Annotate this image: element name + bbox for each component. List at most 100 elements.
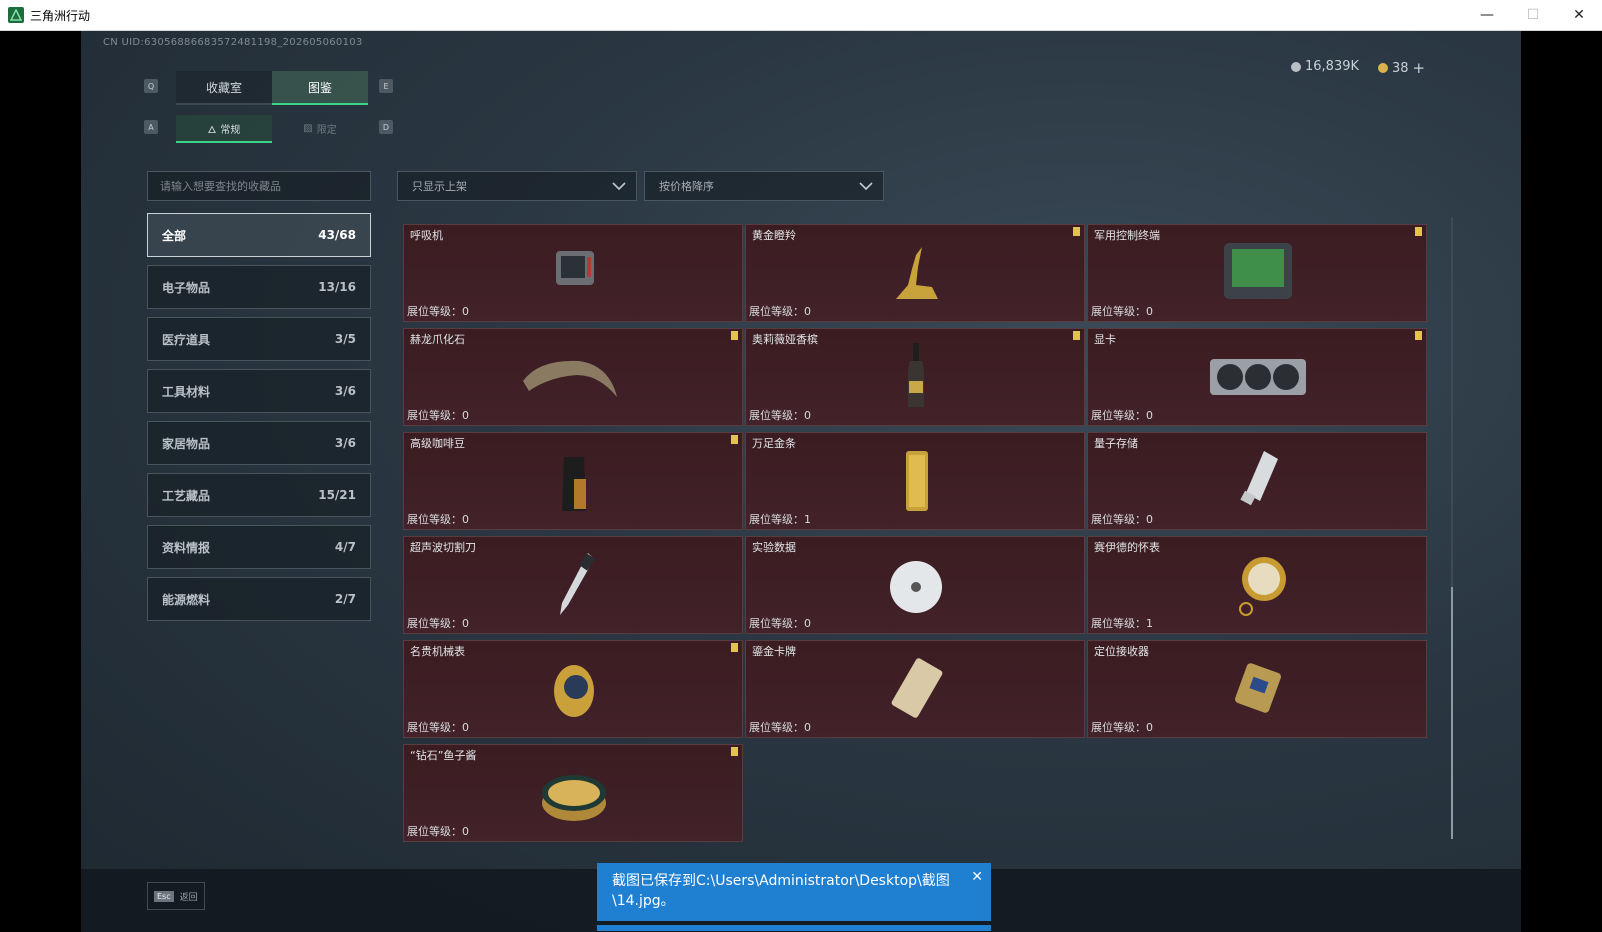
- item-level: 展位等级：0: [407, 617, 469, 630]
- search-input[interactable]: [147, 171, 371, 201]
- toast-progress-bar: [597, 925, 991, 931]
- key-hint-a: A: [144, 120, 158, 134]
- coin-amount: 16,839K: [1305, 59, 1360, 74]
- category-count: 3/6: [334, 384, 356, 398]
- ticket-amount: 38: [1392, 60, 1409, 76]
- category-all[interactable]: 全部 43/68: [147, 213, 371, 257]
- window-titlebar: 三角洲行动 — ☐ ✕: [0, 0, 1602, 31]
- new-badge: [1073, 331, 1080, 340]
- category-count: 15/21: [318, 488, 356, 502]
- item-card[interactable]: 赛伊德的怀表 展位等级：1: [1087, 536, 1427, 634]
- new-badge: [1415, 227, 1422, 236]
- tab-collection-room[interactable]: 收藏室: [176, 71, 272, 105]
- item-card[interactable]: 奥莉薇娅香槟 展位等级：0: [745, 328, 1085, 426]
- new-badge: [731, 435, 738, 444]
- category-electronics[interactable]: 电子物品 13/16: [147, 265, 371, 309]
- category-crafts[interactable]: 工艺藏品 15/21: [147, 473, 371, 517]
- item-card[interactable]: 定位接收器 展位等级：0: [1087, 640, 1427, 738]
- item-card[interactable]: 实验数据 展位等级：0: [745, 536, 1085, 634]
- sort-dropdown[interactable]: 按价格降序: [644, 171, 884, 201]
- category-count: 13/16: [318, 280, 356, 294]
- subtab-limited-label: 限定: [316, 124, 337, 136]
- ticket-balance[interactable]: 38 +: [1378, 59, 1425, 77]
- filter-dropdown-label: 只显示上架: [412, 180, 467, 193]
- category-count: 3/6: [334, 436, 356, 450]
- golden-gazelle-icon: [896, 247, 938, 299]
- item-card[interactable]: 黄金瞪羚 展位等级：0: [745, 224, 1085, 322]
- new-badge: [1073, 227, 1080, 236]
- item-name: “钻石”鱼子酱: [410, 749, 477, 762]
- caviar-tin-icon: [542, 775, 606, 821]
- item-card[interactable]: 显卡 展位等级：0: [1087, 328, 1427, 426]
- item-name: 军用控制终端: [1094, 229, 1160, 242]
- quantum-storage-icon: [1240, 451, 1278, 506]
- minimize-button[interactable]: —: [1464, 0, 1510, 30]
- item-name: 名贵机械表: [410, 645, 465, 658]
- category-household[interactable]: 家居物品 3/6: [147, 421, 371, 465]
- subtab-regular[interactable]: 🜂 常规: [176, 115, 272, 143]
- item-level: 展位等级：0: [407, 825, 469, 838]
- item-level: 展位等级：0: [407, 305, 469, 318]
- item-name: 黄金瞪羚: [752, 229, 796, 242]
- toast-close-button[interactable]: ✕: [971, 867, 983, 887]
- category-label: 电子物品: [162, 280, 211, 295]
- coin-icon: [1291, 61, 1301, 72]
- gps-receiver-icon: [1235, 663, 1281, 713]
- category-fuel[interactable]: 能源燃料 2/7: [147, 577, 371, 621]
- item-level: 展位等级：0: [1091, 721, 1153, 734]
- item-card[interactable]: 呼吸机 展位等级：0: [403, 224, 743, 322]
- new-badge: [731, 643, 738, 652]
- category-count: 43/68: [318, 228, 356, 242]
- item-card[interactable]: 军用控制终端 展位等级：0: [1087, 224, 1427, 322]
- gold-bar-icon: [906, 451, 928, 511]
- image-icon: ▨: [303, 122, 313, 134]
- chevron-down-icon: [612, 182, 626, 191]
- item-card[interactable]: 超声波切割刀 展位等级：0: [403, 536, 743, 634]
- tab-codex[interactable]: 图鉴: [272, 71, 368, 105]
- chevron-down-icon: [859, 182, 873, 191]
- item-name: 高级咖啡豆: [410, 437, 465, 450]
- category-intel[interactable]: 资料情报 4/7: [147, 525, 371, 569]
- item-level: 展位等级：0: [407, 513, 469, 526]
- new-badge: [731, 747, 738, 756]
- item-card[interactable]: 量子存储 展位等级：0: [1087, 432, 1427, 530]
- item-card[interactable]: 万足金条 展位等级：1: [745, 432, 1085, 530]
- item-level: 展位等级：0: [407, 409, 469, 422]
- gilded-card-icon: [891, 658, 943, 718]
- luxury-watch-icon: [554, 665, 594, 717]
- item-card[interactable]: 高级咖啡豆 展位等级：0: [403, 432, 743, 530]
- app-icon: [8, 7, 24, 23]
- back-label: 返回: [179, 892, 198, 903]
- scrollbar-thumb[interactable]: [1451, 587, 1453, 839]
- item-level: 展位等级：0: [749, 305, 811, 318]
- coin-balance: 16,839K: [1291, 59, 1359, 74]
- item-card[interactable]: 名贵机械表 展位等级：0: [403, 640, 743, 738]
- maximize-button[interactable]: ☐: [1510, 0, 1556, 30]
- item-name: 量子存储: [1094, 437, 1138, 450]
- category-medical[interactable]: 医疗道具 3/5: [147, 317, 371, 361]
- item-level: 展位等级：0: [407, 721, 469, 734]
- category-count: 3/5: [334, 332, 356, 346]
- coffee-beans-icon: [562, 457, 586, 511]
- filter-dropdown[interactable]: 只显示上架: [397, 171, 637, 201]
- uid-label: CN UID:6305688668357248​1198_20260506010…: [103, 37, 363, 48]
- item-name: 赛伊德的怀表: [1094, 541, 1160, 554]
- item-name: 鎏金卡牌: [752, 645, 796, 658]
- item-name: 超声波切割刀: [410, 541, 476, 554]
- item-card[interactable]: 鎏金卡牌 展位等级：0: [745, 640, 1085, 738]
- add-currency-button[interactable]: +: [1413, 59, 1426, 77]
- item-level: 展位等级：1: [749, 513, 811, 526]
- item-card[interactable]: “钻石”鱼子酱 展位等级：0: [403, 744, 743, 842]
- letterbox-left: [0, 31, 81, 932]
- close-window-button[interactable]: ✕: [1556, 0, 1602, 30]
- category-tools[interactable]: 工具材料 3/6: [147, 369, 371, 413]
- subtab-limited[interactable]: ▨ 限定: [272, 115, 368, 141]
- back-button[interactable]: Esc 返回: [147, 882, 205, 910]
- item-name: 奥莉薇娅香槟: [752, 333, 818, 346]
- sort-dropdown-label: 按价格降序: [659, 180, 714, 193]
- item-card[interactable]: 赫龙爪化石 展位等级：0: [403, 328, 743, 426]
- item-name: 定位接收器: [1094, 645, 1149, 658]
- key-hint-q: Q: [144, 79, 158, 93]
- item-level: 展位等级：0: [749, 617, 811, 630]
- flame-icon: 🜂: [207, 124, 217, 136]
